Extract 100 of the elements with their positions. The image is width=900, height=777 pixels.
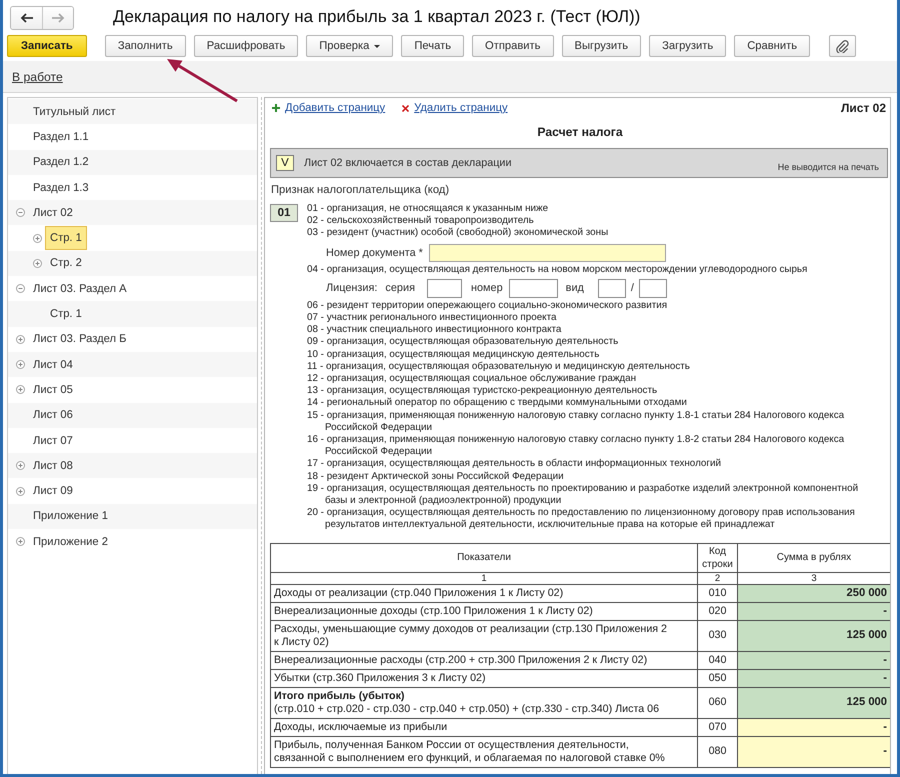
tree-item[interactable]: Стр. 1	[45, 302, 87, 326]
toolbar-button[interactable]: Сравнить	[734, 35, 810, 57]
amount-cell[interactable]: 125 000	[738, 620, 890, 652]
minus-circle-icon[interactable]	[16, 208, 25, 218]
amount-cell[interactable]: -	[738, 718, 890, 736]
field-label: номер	[470, 282, 503, 294]
tree-item[interactable]: Лист 04	[28, 352, 78, 377]
right-arrow-icon	[51, 12, 65, 22]
plus-circle-icon[interactable]	[33, 234, 42, 243]
field-label: серия	[385, 282, 415, 294]
toolbar-button[interactable]: Загрузить	[649, 35, 726, 57]
sheet-number: Лист 02	[840, 101, 886, 115]
toolbar-button[interactable]: Расшифровать	[194, 35, 298, 57]
amount-cell[interactable]: -	[738, 651, 890, 670]
code-option: 16 - организация, применяющая пониженную налоговую ставку согласно пункту 1.8-2 статьи 284 Налогового кодекса Российской Федерации	[307, 434, 865, 458]
plus-circle-icon[interactable]	[16, 461, 25, 470]
toolbar-button[interactable]: Записать	[7, 35, 87, 57]
code-option: 12 - организация, осуществляющая социальное обслуживание граждан	[307, 373, 865, 386]
window-title: Декларация по налогу на прибыль за 1 квартал 2023 г. (Тест (ЮЛ))	[113, 7, 640, 27]
column-number: 3	[738, 572, 890, 584]
tree-item[interactable]: Стр. 2	[45, 251, 87, 276]
plus-circle-icon[interactable]	[33, 258, 42, 268]
plus-circle-icon[interactable]	[16, 537, 25, 546]
plus-icon	[272, 104, 280, 112]
code-option: 07 - участник регионального инвестиционного проекта	[307, 312, 865, 324]
code-option: 03 - резидент (участник) особой (свободной) экономической зоны	[307, 227, 865, 240]
field-label: вид	[566, 282, 584, 294]
amount-cell[interactable]: 250 000	[738, 584, 890, 602]
tree-item[interactable]: Приложение 1	[28, 504, 113, 528]
amount-cell[interactable]: -	[738, 602, 890, 620]
paperclip-icon	[836, 40, 850, 52]
status-link[interactable]: В работе	[12, 70, 63, 84]
code-option: 06 - резидент территории опережающего социально-экономического развития	[307, 300, 865, 312]
code-option: 15 - организация, применяющая пониженную налоговую ставку согласно пункту 1.8-1 статьи 284 Налогового кодекса Российской Федерации	[307, 410, 865, 434]
left-arrow-icon	[20, 12, 34, 22]
annotation-arrow	[167, 59, 238, 102]
amount-cell[interactable]: -	[738, 736, 890, 768]
sheet-title: Расчет налога	[536, 124, 624, 141]
tree-item[interactable]: Стр. 1	[45, 226, 87, 250]
caret-icon	[374, 44, 380, 48]
add-page-link[interactable]: Добавить страницу	[272, 102, 386, 114]
delete-page-link[interactable]: Удалить страницу	[402, 102, 508, 114]
tree-item[interactable]: Раздел 1.2	[28, 150, 94, 174]
amount-cell[interactable]: 125 000	[738, 687, 890, 718]
attach-button[interactable]	[829, 35, 856, 57]
license-kind-field[interactable]	[638, 278, 667, 298]
license-series-field[interactable]	[426, 278, 462, 298]
plus-circle-icon[interactable]	[16, 334, 25, 344]
code-option: 19 - организация, осуществляющая деятельность по проектированию и разработке изделий электронной компонентной базы и электронной (радиоэлектронной) продукции	[307, 482, 865, 508]
tree-item[interactable]: Лист 05	[28, 378, 78, 402]
tree-item[interactable]: Лист 08	[28, 454, 78, 478]
license-kind-field[interactable]	[598, 278, 626, 298]
back-button[interactable]	[11, 6, 42, 28]
toolbar-button[interactable]: Печать	[401, 35, 464, 57]
plus-circle-icon[interactable]	[16, 486, 25, 496]
code-option: 18 - резидент Арктической зоны Российской Федерации	[307, 470, 865, 483]
toolbar-button[interactable]: Проверка	[306, 35, 394, 57]
field-label: Лицензия:	[326, 282, 378, 294]
plus-circle-icon[interactable]	[16, 360, 25, 370]
tree-item[interactable]: Приложение 2	[28, 530, 113, 554]
tree-item[interactable]: Раздел 1.3	[28, 176, 94, 200]
indicator-cell: Убытки (стр.360 Приложения 3 к Листу 02)	[270, 669, 698, 688]
code-option: 10 - организация, осуществляющая медицинскую деятельность	[307, 348, 865, 361]
column-number: 1	[270, 572, 698, 584]
column-number: 2	[698, 572, 738, 584]
tree-item[interactable]: Лист 07	[28, 428, 78, 452]
code-option: 17 - организация, осуществляющая деятельность в области информационных технологий	[307, 458, 865, 471]
tree-item[interactable]: Лист 09	[28, 479, 78, 504]
minus-circle-icon[interactable]	[16, 284, 25, 294]
toolbar-button[interactable]: Отправить	[472, 35, 554, 57]
include-label: Лист 02 включается в состав декларации	[304, 157, 512, 169]
document-number-field[interactable]	[428, 244, 666, 262]
code-field[interactable]: 01	[270, 204, 298, 222]
plus-circle-icon[interactable]	[16, 385, 25, 394]
column-header: Сумма в рублях	[738, 543, 890, 572]
tree-item[interactable]: Лист 03. Раздел А	[28, 276, 132, 301]
include-checkbox[interactable]: V	[276, 155, 294, 171]
tree-item[interactable]: Лист 03. Раздел Б	[28, 327, 132, 352]
code-option: 13 - организация, осуществляющая туристско-рекреационную деятельность	[307, 385, 865, 398]
close-icon	[402, 104, 410, 112]
indicator-cell: Внереализационные доходы (стр.100 Приложения 1 к Листу 02)	[270, 602, 698, 620]
indicator-cell: Прибыль, полученная Банком России от осуществления деятельности, связанной с выполнением его функций, и облагаемая по налоговой ставке 0%	[270, 736, 698, 768]
indicator-cell: Внереализационные расходы (стр.200 + стр.300 Приложения 2 к Листу 02)	[270, 651, 698, 670]
field-label: Номер документа *	[326, 246, 423, 259]
tree-item[interactable]: Раздел 1.1	[28, 124, 94, 149]
tree-item[interactable]: Лист 06	[28, 403, 78, 428]
column-header: Код строки	[698, 543, 738, 572]
code-option: 20 - организация, осуществляющая деятельность по предоставлению по лицензионному договору прав использования результатов интеллектуальной деятельности, исключительные права на которые ей принадлежат	[307, 507, 865, 532]
toolbar-button[interactable]: Выгрузить	[562, 35, 642, 57]
code-option: 04 - организация, осуществляющая деятельность на новом морском месторождении углеводородного сырья	[307, 264, 865, 276]
code-option: 02 - сельскохозяйственный товаропроизводитель	[307, 215, 865, 228]
separator-text: /	[630, 282, 634, 294]
code-option: 11 - организация, осуществляющая образовательную и медицинскую деятельность	[307, 360, 865, 374]
tree-item[interactable]: Титульный лист	[28, 100, 121, 124]
code-option: 08 - участник специального инвестиционного контракта	[307, 324, 865, 336]
tree-item[interactable]: Лист 02	[28, 200, 78, 225]
amount-cell[interactable]: -	[738, 669, 890, 688]
license-number-field[interactable]	[508, 278, 558, 298]
toolbar-button[interactable]: Заполнить	[104, 35, 186, 57]
indicator-cell: Доходы, исключаемые из прибыли	[270, 718, 698, 736]
